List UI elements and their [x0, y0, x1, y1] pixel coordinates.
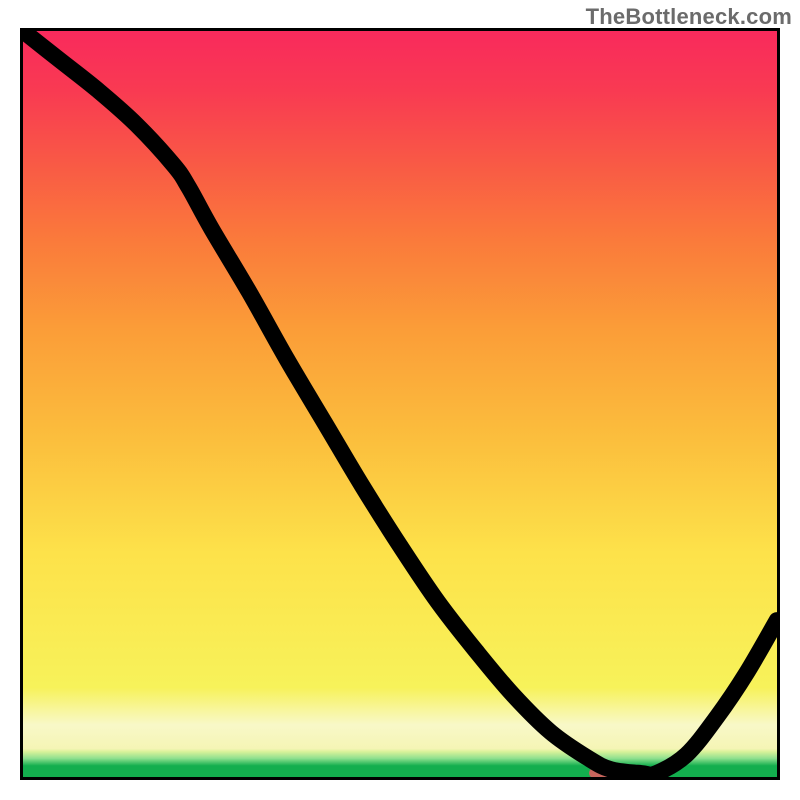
- bottleneck-curve: [23, 31, 777, 777]
- watermark-text: TheBottleneck.com: [586, 4, 792, 30]
- plot-area: [20, 28, 780, 780]
- chart-frame: TheBottleneck.com: [0, 0, 800, 800]
